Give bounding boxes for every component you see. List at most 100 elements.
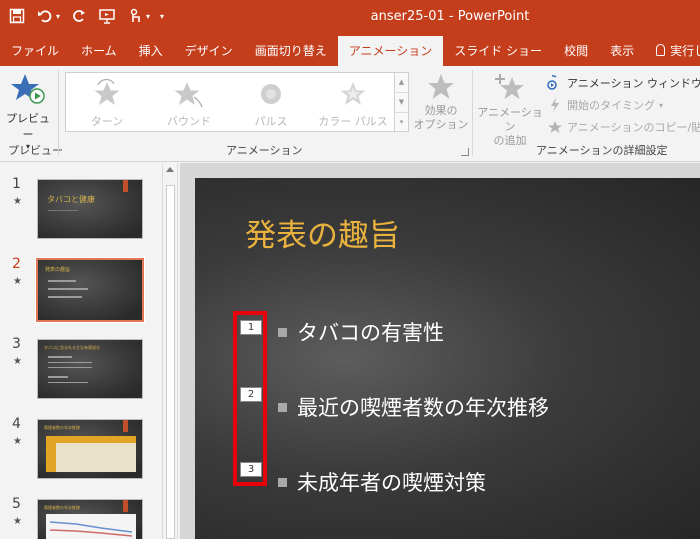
color-pulse-icon <box>340 82 366 105</box>
animation-star-icon: ★ <box>13 356 22 367</box>
animation-painter-button[interactable]: アニメーションのコピー/貼り付け <box>547 116 700 138</box>
title-bar: ▾ ▾ ▾ anser25-01 - PowerPoint <box>0 0 700 36</box>
animation-pane-button[interactable]: アニメーション ウィンドウ <box>547 72 700 94</box>
effect-options-label-2: オプション <box>413 118 469 131</box>
thumbnail-chart-lines <box>49 521 133 537</box>
gallery-scrollbar[interactable]: ▲ ▼ ▾ <box>395 72 409 132</box>
tab-review[interactable]: 校閲 <box>553 36 599 66</box>
pulse-icon <box>261 84 281 104</box>
tab-home[interactable]: ホーム <box>70 36 128 66</box>
bullet-text: タバコの有害性 <box>297 321 444 345</box>
accent-bar <box>123 500 128 512</box>
thumbnail-scrollbar[interactable] <box>162 163 178 539</box>
trigger-dropdown-icon: ▾ <box>659 100 664 110</box>
animation-pane-icon <box>547 75 557 90</box>
gallery-item-turn[interactable]: ターン <box>66 73 148 131</box>
slide-number: 5 <box>12 496 21 512</box>
animation-painter-icon <box>548 121 562 133</box>
turn-label: ターン <box>90 115 124 128</box>
thumbnail-title: タバコと健康 <box>47 195 95 204</box>
lightbulb-icon <box>656 44 666 56</box>
advanced-animation-list: アニメーション ウィンドウ 開始のタイミング ▾ アニメーションのコピー/貼り付… <box>547 72 700 138</box>
thumbnail-text-line <box>48 280 76 282</box>
animation-star-icon: ★ <box>13 276 22 287</box>
slide-thumbnail-selected[interactable]: 発表の趣旨 <box>35 257 145 323</box>
thumbnail-text-line <box>48 382 88 383</box>
bounce-label: バウンド <box>167 115 211 128</box>
tab-view[interactable]: 表示 <box>599 36 645 66</box>
thumbnail-title: 発表の趣旨 <box>45 267 71 273</box>
bounce-star-icon <box>174 82 203 108</box>
thumbnail-text-line <box>48 288 88 290</box>
gallery-item-bounce[interactable]: バウンド <box>148 73 230 131</box>
slide-number: 2 <box>12 256 21 272</box>
ribbon-tabs: ファイル ホーム 挿入 デザイン 画面切り替え アニメーション スライド ショー… <box>0 36 700 66</box>
thumbnail-text-line <box>48 362 92 363</box>
tab-slideshow[interactable]: スライド ショー <box>443 36 553 66</box>
tab-design[interactable]: デザイン <box>174 36 244 66</box>
color-pulse-label: カラー パルス <box>318 115 388 128</box>
slide-number: 1 <box>12 176 21 192</box>
trigger-icon <box>551 98 559 112</box>
animation-painter-label: アニメーションのコピー/貼り付け <box>567 121 700 134</box>
tab-file[interactable]: ファイル <box>0 36 70 66</box>
thumbnail-chart <box>46 514 136 539</box>
thumbnail-text-line <box>48 367 92 368</box>
dialog-launcher-icon[interactable] <box>461 148 469 156</box>
pulse-label: パルス <box>254 115 288 128</box>
bullet-square-icon <box>278 477 287 487</box>
add-animation-icon <box>495 74 524 99</box>
scroll-up-icon[interactable] <box>166 167 174 172</box>
slide-thumbnail[interactable]: タバコに含まれる主な有害成分 <box>37 339 143 399</box>
trigger-button[interactable]: 開始のタイミング ▾ <box>547 94 700 116</box>
gallery-item-color-pulse[interactable]: カラー パルス <box>312 73 394 131</box>
turn-star-icon <box>94 79 120 105</box>
bullet-square-icon <box>278 327 287 337</box>
tab-tell-me[interactable]: 実行したい <box>645 36 700 66</box>
scroll-thumb[interactable] <box>166 185 175 539</box>
thumbnail-title: 喫煙者数の年次推移 <box>44 425 80 430</box>
thumbnail-table <box>46 436 136 472</box>
gallery-up-icon[interactable]: ▲ <box>395 73 408 93</box>
thumbnail-text-line <box>48 210 78 211</box>
slide-thumbnail[interactable]: 喫煙者数の年次推移 <box>37 419 143 479</box>
group-divider <box>472 70 473 156</box>
slide-thumbnail[interactable]: 喫煙者数の年次推移 <box>37 499 143 539</box>
gallery-item-pulse[interactable]: パルス <box>230 73 312 131</box>
bullet-square-icon <box>278 402 287 412</box>
slide-thumbnail-pane: 1 ★ タバコと健康 2 ★ 発表の趣旨 3 ★ タバコに含まれる主な有害成分 <box>0 163 162 539</box>
preview-button[interactable]: プレビュー ▾ <box>4 72 52 151</box>
thumbnail-text-line <box>48 356 72 358</box>
animation-star-icon: ★ <box>13 196 22 207</box>
bullet-item[interactable]: 未成年者の喫煙対策 <box>278 467 486 497</box>
gallery-down-icon[interactable]: ▼ <box>395 93 408 113</box>
slide-canvas[interactable]: 発表の趣旨 1 2 3 タバコの有害性 最近の喫煙者数の年次推移 未成年者の喫煙… <box>195 178 700 539</box>
trigger-label: 開始のタイミング <box>567 99 655 112</box>
add-animation-button[interactable]: アニメーション の追加 <box>476 72 544 148</box>
thumbnail-title: タバコに含まれる主な有害成分 <box>44 345 100 350</box>
animation-star-icon: ★ <box>13 436 22 447</box>
tab-insert[interactable]: 挿入 <box>128 36 174 66</box>
window-title: anser25-01 - PowerPoint <box>370 9 530 24</box>
tab-animations[interactable]: アニメーション <box>337 36 444 66</box>
animation-pane-label: アニメーション ウィンドウ <box>567 77 700 90</box>
effect-options-button[interactable]: 効果の オプション <box>412 72 470 132</box>
effect-options-label-1: 効果の <box>424 104 458 117</box>
accent-bar <box>123 420 128 432</box>
slide-number: 4 <box>12 416 21 432</box>
slide-thumbnail[interactable]: タバコと健康 <box>37 179 143 239</box>
thumbnail-title: 喫煙者数の年次推移 <box>44 505 80 510</box>
highlight-box <box>233 311 267 486</box>
bullet-text: 最近の喫煙者数の年次推移 <box>297 396 549 420</box>
bullet-item[interactable]: タバコの有害性 <box>278 317 444 347</box>
ribbon: プレビュー ▾ プレビュー ターン バウンド パルス カラー パルス ▲ ▼ ▾… <box>0 66 700 162</box>
slide-title[interactable]: 発表の趣旨 <box>245 210 400 255</box>
gallery-more-icon[interactable]: ▾ <box>395 113 408 132</box>
group-divider <box>58 70 59 156</box>
tab-transitions[interactable]: 画面切り替え <box>244 36 338 66</box>
bullet-text: 未成年者の喫煙対策 <box>297 471 486 495</box>
animation-group-label: アニメーション <box>226 144 303 157</box>
add-animation-label-1: アニメーション <box>477 106 543 133</box>
tell-me-label: 実行したい <box>670 44 700 58</box>
bullet-item[interactable]: 最近の喫煙者数の年次推移 <box>278 392 549 422</box>
